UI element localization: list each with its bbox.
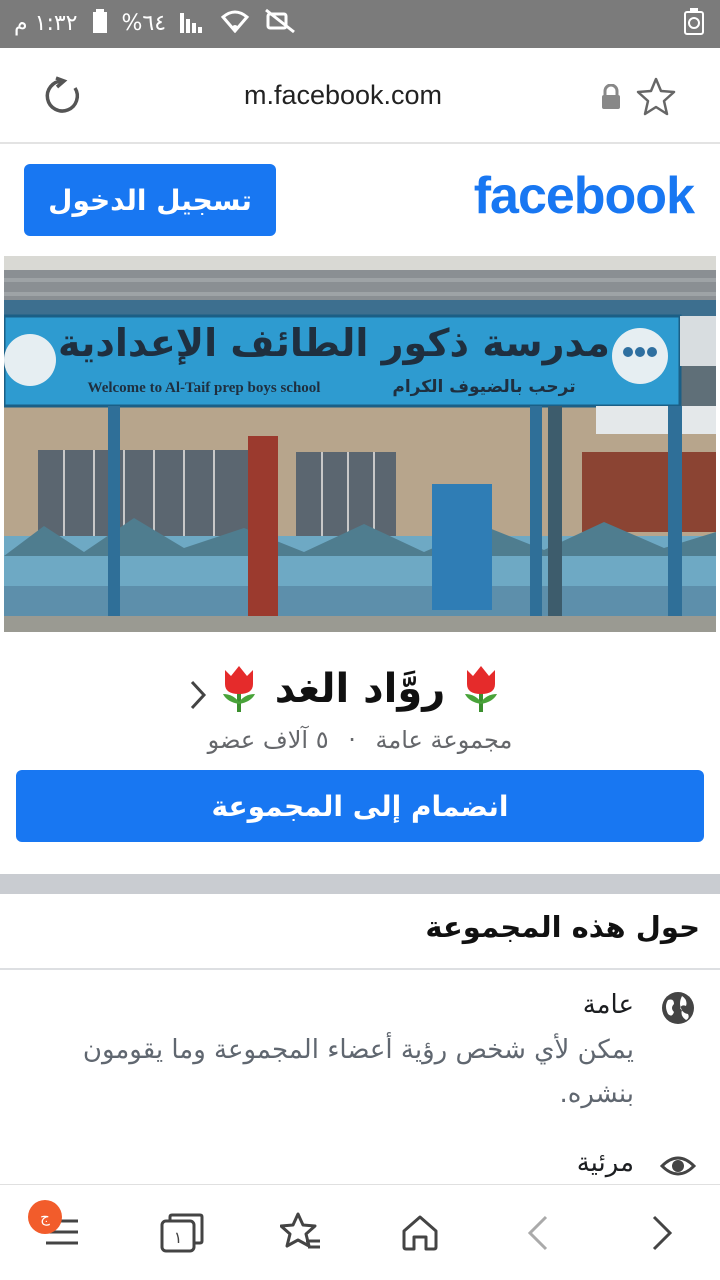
status-time: ١:٣٢ م	[14, 10, 78, 36]
bookmark-star-icon[interactable]	[636, 76, 676, 120]
battery-percent: %٦٤	[121, 10, 167, 36]
forward-icon[interactable]	[650, 1213, 674, 1257]
battery-icon	[92, 9, 108, 37]
group-name: روَّاد الغد	[274, 666, 446, 712]
facebook-header: تسجيل الدخول facebook	[0, 144, 720, 254]
chevron-right-icon[interactable]	[188, 678, 210, 716]
signal-icon	[180, 9, 206, 37]
about-section-title: حول هذه المجموعة	[425, 910, 700, 944]
join-group-button[interactable]: انضمام إلى المجموعة	[16, 770, 704, 842]
mute-icon	[264, 8, 298, 38]
about-item-heading: عامة	[582, 990, 634, 1020]
bookmarks-icon[interactable]	[279, 1211, 322, 1257]
globe-icon	[660, 990, 696, 1030]
group-member-count: ٥ آلاف عضو	[207, 726, 329, 754]
home-icon[interactable]	[400, 1213, 440, 1255]
url-text[interactable]: m.facebook.com	[0, 80, 686, 111]
notification-badge: ج	[28, 1200, 62, 1234]
section-divider	[0, 874, 720, 894]
status-bar: ١:٣٢ م %٦٤	[0, 0, 720, 48]
tabs-icon[interactable]: ١	[160, 1213, 204, 1257]
browser-address-bar: m.facebook.com	[0, 48, 720, 144]
about-item-heading: مرئية	[576, 1148, 634, 1178]
sign-english-text: Welcome to Al-Taif prep boys school	[88, 380, 321, 396]
back-icon[interactable]	[526, 1213, 550, 1257]
recycle-icon	[682, 8, 706, 40]
tulip-icon	[459, 664, 503, 714]
meta-separator: ·	[348, 726, 356, 754]
sign-arabic-text: مدرسة ذكور الطائف الإعدادية	[58, 321, 610, 365]
lock-icon	[600, 83, 622, 114]
sign-subtitle-text: ترحب بالضيوف الكرام	[392, 377, 575, 397]
group-privacy: مجموعة عامة	[375, 726, 513, 754]
status-left: ١:٣٢ م %٦٤	[14, 8, 298, 38]
group-title-row: روَّاد الغد	[0, 656, 720, 722]
about-divider	[0, 968, 720, 970]
about-item-description: يمكن لأي شخص رؤية أعضاء المجموعة وما يقو…	[82, 1035, 634, 1109]
about-item-visible: مرئية	[20, 1148, 697, 1184]
browser-bottom-nav: ١	[0, 1184, 720, 1280]
facebook-logo[interactable]: facebook	[474, 166, 695, 226]
eye-icon	[659, 1148, 697, 1188]
wifi-icon	[220, 9, 250, 37]
login-button[interactable]: تسجيل الدخول	[24, 164, 276, 236]
tulip-icon	[217, 664, 261, 714]
about-item-public: عامة يمكن لأي شخص رؤية أعضاء المجموعة وم…	[20, 990, 696, 1120]
status-right	[682, 8, 706, 40]
group-meta: مجموعة عامة · ٥ آلاف عضو	[0, 726, 720, 754]
tabs-count: ١	[174, 1228, 183, 1247]
group-cover-photo: مدرسة ذكور الطائف الإعدادية Welcome to A…	[4, 256, 716, 632]
